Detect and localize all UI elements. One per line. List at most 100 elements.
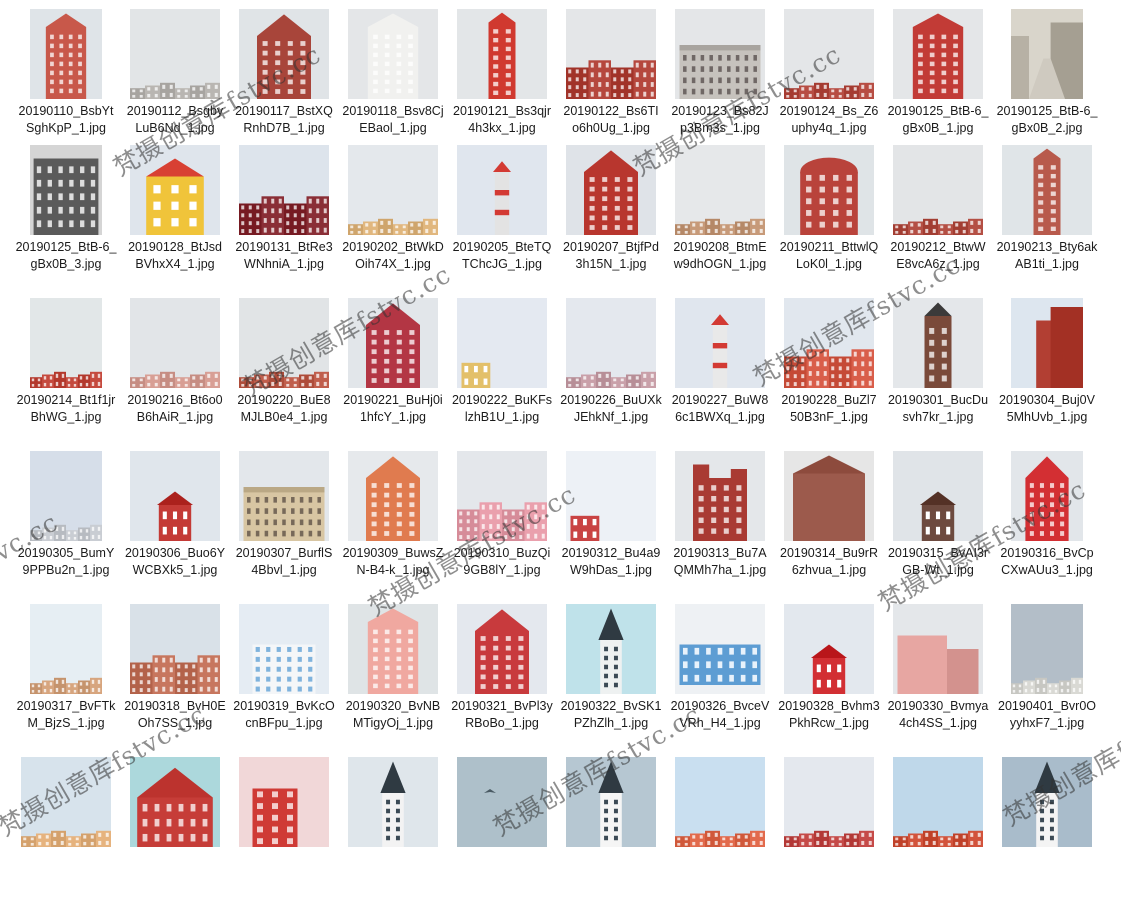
file-item[interactable]: 20190212_BtwWE8vcA6z_1.jpg [883,136,993,286]
file-item[interactable]: 20190309_BuwsZN-B4-k_1.jpg [338,442,448,592]
file-item[interactable]: 20190121_Bs3qjr4h3kx_1.jpg [447,0,557,150]
file-item[interactable]: 20190321_BvPl3yRBoBo_1.jpg [447,595,557,745]
file-thumbnail[interactable] [457,451,547,541]
file-item[interactable]: 20190317_BvFTkM_BjzS_1.jpg [11,595,121,745]
file-thumbnail[interactable] [566,9,656,99]
file-thumbnail[interactable] [130,298,220,388]
file-item[interactable]: 20190307_BurflS4Bbvl_1.jpg [229,442,339,592]
file-item[interactable]: 20190314_Bu9rR6zhvua_1.jpg [774,442,884,592]
file-thumbnail[interactable] [784,145,874,235]
file-thumbnail[interactable] [457,757,547,847]
file-item[interactable]: 20190112_BsgbyLuB6Nd_1.jpg [120,0,230,150]
file-item[interactable] [120,748,230,898]
file-thumbnail[interactable] [457,298,547,388]
file-item[interactable]: 20190306_Buo6YWCBXk5_1.jpg [120,442,230,592]
file-thumbnail[interactable] [21,757,111,847]
file-item[interactable]: 20190125_BtB-6_gBx0B_2.jpg [992,0,1102,150]
file-thumbnail[interactable] [30,604,102,694]
file-thumbnail[interactable] [30,451,102,541]
file-item[interactable]: 20190216_Bt6o0B6hAiR_1.jpg [120,289,230,439]
file-thumbnail[interactable] [239,757,329,847]
file-thumbnail[interactable] [30,9,102,99]
file-thumbnail[interactable] [675,145,765,235]
file-thumbnail[interactable] [30,145,102,235]
file-item[interactable]: 20190128_BtJsdBVhxX4_1.jpg [120,136,230,286]
file-item[interactable] [229,748,339,898]
file-thumbnail[interactable] [130,757,220,847]
file-thumbnail[interactable] [348,298,438,388]
file-item[interactable]: 20190207_BtjfPd3h15N_1.jpg [556,136,666,286]
file-thumbnail[interactable] [239,298,329,388]
file-item[interactable]: 20190318_BvH0EOh7SS_1.jpg [120,595,230,745]
file-thumbnail[interactable] [239,604,329,694]
file-item[interactable]: 20190214_Bt1f1jrBhWG_1.jpg [11,289,121,439]
file-item[interactable]: 20190122_Bs6TIo6h0Ug_1.jpg [556,0,666,150]
file-item[interactable]: 20190202_BtWkDOih74X_1.jpg [338,136,448,286]
file-item[interactable]: 20190221_BuHj0i1hfcY_1.jpg [338,289,448,439]
file-thumbnail[interactable] [893,9,983,99]
file-item[interactable]: 20190205_BteTQTChcJG_1.jpg [447,136,557,286]
file-item[interactable]: 20190315_BvAI3rGB-Wt_1.jpg [883,442,993,592]
file-thumbnail[interactable] [348,757,438,847]
file-item[interactable]: 20190401_Bvr0OyyhxF7_1.jpg [992,595,1102,745]
file-thumbnail[interactable] [348,451,438,541]
file-thumbnail[interactable] [457,604,547,694]
file-item[interactable]: 20190220_BuE8MJLB0e4_1.jpg [229,289,339,439]
file-item[interactable]: 20190227_BuW86c1BWXq_1.jpg [665,289,775,439]
file-item[interactable] [883,748,993,898]
file-thumbnail[interactable] [675,9,765,99]
file-thumbnail[interactable] [348,145,438,235]
file-thumbnail[interactable] [348,9,438,99]
file-item[interactable]: 20190328_Bvhm3PkhRcw_1.jpg [774,595,884,745]
file-item[interactable]: 20190125_BtB-6_gBx0B_1.jpg [883,0,993,150]
file-thumbnail[interactable] [130,604,220,694]
file-item[interactable]: 20190312_Bu4a9W9hDas_1.jpg [556,442,666,592]
file-thumbnail[interactable] [893,757,983,847]
file-item[interactable]: 20190211_BttwlQLoK0l_1.jpg [774,136,884,286]
file-item[interactable]: 20190118_Bsv8CjEBaol_1.jpg [338,0,448,150]
file-thumbnail[interactable] [893,145,983,235]
file-thumbnail[interactable] [130,145,220,235]
file-item[interactable]: 20190319_BvKcOcnBFpu_1.jpg [229,595,339,745]
file-thumbnail[interactable] [457,9,547,99]
file-item[interactable] [556,748,666,898]
file-item[interactable]: 20190326_BvceVVRh_H4_1.jpg [665,595,775,745]
file-thumbnail[interactable] [675,298,765,388]
file-item[interactable]: 20190228_BuZl750B3nF_1.jpg [774,289,884,439]
file-thumbnail[interactable] [1011,9,1083,99]
file-item[interactable]: 20190131_BtRe3WNhniA_1.jpg [229,136,339,286]
file-thumbnail[interactable] [130,9,220,99]
file-thumbnail[interactable] [893,451,983,541]
file-thumbnail[interactable] [566,298,656,388]
file-thumbnail[interactable] [30,298,102,388]
file-item[interactable]: 20190316_BvCpCXwAUu3_1.jpg [992,442,1102,592]
file-item[interactable]: 20190110_BsbYtSghKpP_1.jpg [11,0,121,150]
file-thumbnail[interactable] [675,757,765,847]
file-item[interactable]: 20190117_BstXQRnhD7B_1.jpg [229,0,339,150]
file-item[interactable]: 20190222_BuKFslzhB1U_1.jpg [447,289,557,439]
file-thumbnail[interactable] [566,757,656,847]
file-thumbnail[interactable] [239,9,329,99]
file-thumbnail[interactable] [1011,451,1083,541]
file-thumbnail[interactable] [566,145,656,235]
file-item[interactable] [992,748,1102,898]
file-thumbnail[interactable] [893,298,983,388]
file-thumbnail[interactable] [566,604,656,694]
file-thumbnail[interactable] [784,604,874,694]
file-thumbnail[interactable] [893,604,983,694]
file-thumbnail[interactable] [457,145,547,235]
file-thumbnail[interactable] [239,451,329,541]
file-item[interactable] [774,748,884,898]
file-item[interactable]: 20190124_Bs_Z6uphy4q_1.jpg [774,0,884,150]
file-thumbnail[interactable] [784,9,874,99]
file-thumbnail[interactable] [1011,604,1083,694]
file-item[interactable]: 20190213_Bty6akAB1ti_1.jpg [992,136,1102,286]
file-item[interactable]: 20190305_BumY9PPBu2n_1.jpg [11,442,121,592]
file-item[interactable]: 20190208_BtmEw9dhOGN_1.jpg [665,136,775,286]
file-item[interactable]: 20190320_BvNBMTigyOj_1.jpg [338,595,448,745]
file-thumbnail[interactable] [1011,298,1083,388]
file-item[interactable]: 20190330_Bvmya4ch4SS_1.jpg [883,595,993,745]
file-item[interactable]: 20190322_BvSK1PZhZlh_1.jpg [556,595,666,745]
file-thumbnail[interactable] [1002,757,1092,847]
file-thumbnail[interactable] [1002,145,1092,235]
